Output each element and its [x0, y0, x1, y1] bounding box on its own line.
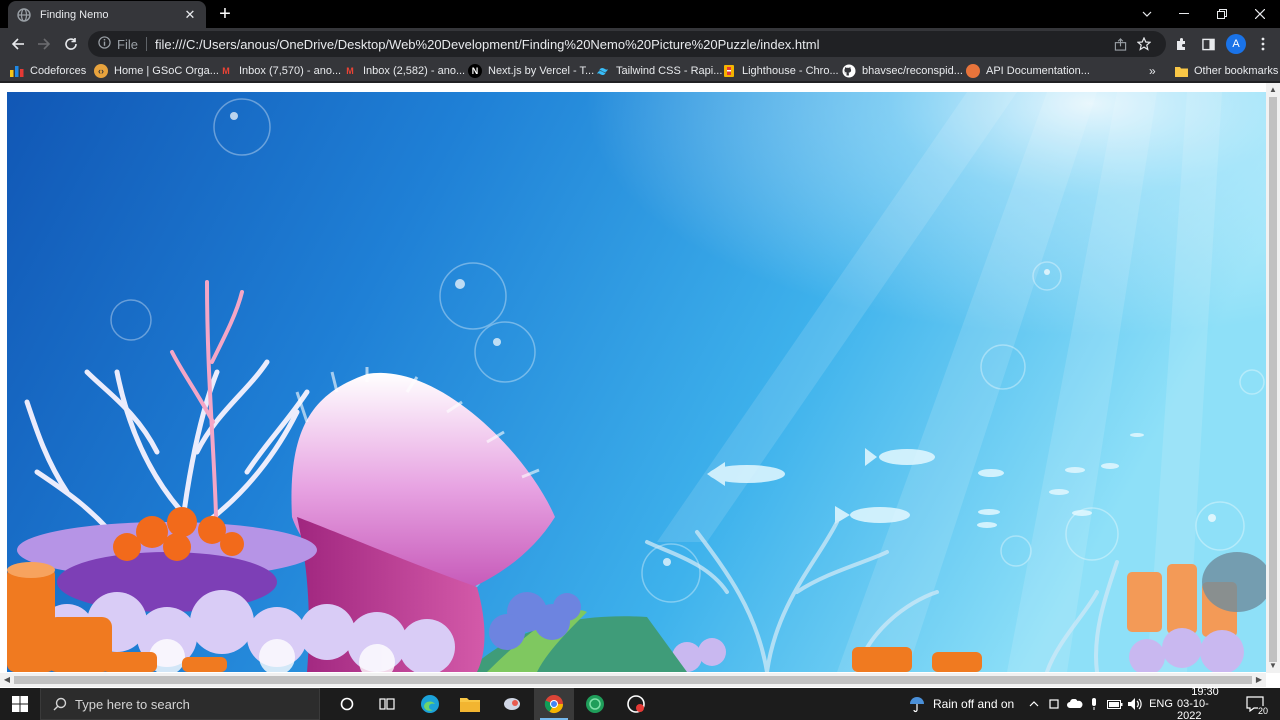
bookmark-star-icon[interactable] — [1132, 32, 1156, 56]
windows-start-icon[interactable] — [0, 688, 40, 720]
vertical-scroll-thumb[interactable] — [1269, 97, 1277, 662]
reload-icon[interactable] — [58, 31, 84, 57]
scheme-divider — [145, 37, 147, 51]
forward-icon[interactable] — [31, 31, 57, 57]
extensions-icon[interactable] — [1168, 31, 1194, 57]
minimize-icon[interactable] — [1165, 0, 1203, 28]
scroll-left-icon[interactable]: ◀ — [0, 673, 14, 687]
page-viewport: ▲ ▼ ◀ ▶ — [0, 83, 1280, 688]
tab-title: Finding Nemo — [40, 8, 109, 21]
recorder-app-icon[interactable] — [617, 688, 655, 720]
app-green-icon[interactable] — [576, 688, 614, 720]
gsoc-icon: ‹› — [94, 64, 108, 78]
tab-search-icon[interactable] — [1128, 0, 1166, 28]
notification-center-icon[interactable]: 20 — [1238, 688, 1272, 720]
clock-date: 03-10-2022 — [1177, 698, 1209, 720]
volume-icon[interactable] — [1126, 688, 1144, 720]
search-icon — [53, 697, 67, 711]
api-doc-icon — [966, 64, 980, 78]
profile-avatar[interactable]: A — [1226, 34, 1246, 54]
edge-app-icon[interactable] — [411, 688, 449, 720]
gmail-icon: M — [222, 66, 230, 76]
search-placeholder: Type here to search — [75, 696, 190, 712]
chrome-app-icon[interactable] — [534, 688, 574, 720]
weather-rain-icon[interactable] — [906, 688, 928, 720]
url-scheme: File — [117, 36, 138, 52]
horizontal-scroll-thumb[interactable] — [14, 676, 1252, 684]
bookmark-inbox-2[interactable]: M Inbox (2,582) - ano... — [343, 62, 465, 80]
app-icon[interactable] — [493, 688, 531, 720]
windows-taskbar: Type here to search Rain off and on ENG … — [0, 686, 1280, 720]
codeforces-icon — [10, 64, 24, 78]
bookmarks-bar: Codeforces ‹› Home | GSoC Orga... M Inbo… — [0, 60, 1280, 82]
address-bar[interactable]: File file:///C:/Users/anous/OneDrive/Des… — [88, 31, 1166, 57]
url-text[interactable]: file:///C:/Users/anous/OneDrive/Desktop/… — [155, 37, 1108, 52]
github-icon — [842, 64, 856, 78]
bookmark-codeforces[interactable]: Codeforces — [10, 62, 86, 80]
side-panel-icon[interactable] — [1195, 31, 1221, 57]
folder-icon — [1174, 64, 1188, 78]
new-tab-button[interactable]: + — [215, 4, 235, 24]
bookmark-api-docs[interactable]: API Documentation... — [966, 62, 1090, 80]
cortana-icon[interactable] — [330, 688, 364, 720]
browser-tab[interactable]: Finding Nemo ✕ — [8, 1, 206, 28]
gmail-icon: M — [346, 66, 354, 76]
clock-time: 19:30 — [1191, 686, 1219, 698]
restore-icon[interactable] — [1203, 0, 1241, 28]
task-view-icon[interactable] — [370, 688, 404, 720]
language-indicator[interactable]: ENG — [1148, 688, 1174, 720]
file-explorer-icon[interactable] — [451, 688, 489, 720]
back-icon[interactable] — [5, 31, 31, 57]
microphone-icon[interactable] — [1087, 688, 1101, 720]
close-window-icon[interactable] — [1241, 0, 1279, 28]
bookmark-lighthouse[interactable]: Lighthouse - Chro... — [722, 62, 839, 80]
lighthouse-icon — [722, 64, 736, 78]
bookmark-inbox-1[interactable]: M Inbox (7,570) - ano... — [219, 62, 341, 80]
share-icon[interactable] — [1108, 32, 1132, 56]
bookmark-gsoc[interactable]: ‹› Home | GSoC Orga... — [94, 62, 219, 80]
onedrive-cloud-icon[interactable] — [1066, 688, 1084, 720]
scroll-right-icon[interactable]: ▶ — [1252, 673, 1266, 687]
device-icon[interactable] — [1046, 688, 1062, 720]
close-tab-icon[interactable]: ✕ — [182, 7, 198, 23]
clock[interactable]: 19:30 03-10-2022 — [1177, 686, 1233, 720]
bookmarks-overflow-button[interactable]: » — [1149, 62, 1156, 80]
weather-text[interactable]: Rain off and on — [933, 688, 1017, 720]
bookmark-nextjs[interactable]: N Next.js by Vercel - T... — [468, 62, 594, 80]
tab-strip: Finding Nemo ✕ + — [0, 0, 1280, 28]
bookmark-tailwind[interactable]: Tailwind CSS - Rapi... — [596, 62, 722, 80]
notification-count: 20 — [1257, 706, 1268, 716]
show-hidden-icons-icon[interactable] — [1026, 688, 1042, 720]
kebab-menu-icon[interactable] — [1250, 31, 1276, 57]
vertical-scrollbar[interactable]: ▲ ▼ — [1266, 83, 1280, 673]
other-bookmarks[interactable]: Other bookmarks — [1174, 62, 1278, 80]
underwater-scene-image — [7, 92, 1266, 672]
horizontal-scrollbar[interactable]: ◀ ▶ — [0, 673, 1266, 687]
browser-toolbar: File file:///C:/Users/anous/OneDrive/Des… — [0, 28, 1280, 60]
globe-icon — [16, 7, 32, 23]
battery-icon[interactable] — [1106, 688, 1124, 720]
info-icon[interactable] — [98, 36, 111, 52]
nextjs-icon: N — [468, 64, 482, 78]
tailwind-icon — [596, 64, 610, 78]
scroll-down-icon[interactable]: ▼ — [1266, 659, 1280, 673]
bookmark-github[interactable]: bhavsec/reconspid... — [842, 62, 963, 80]
scroll-up-icon[interactable]: ▲ — [1266, 83, 1280, 97]
taskbar-search-box[interactable]: Type here to search — [40, 688, 320, 720]
